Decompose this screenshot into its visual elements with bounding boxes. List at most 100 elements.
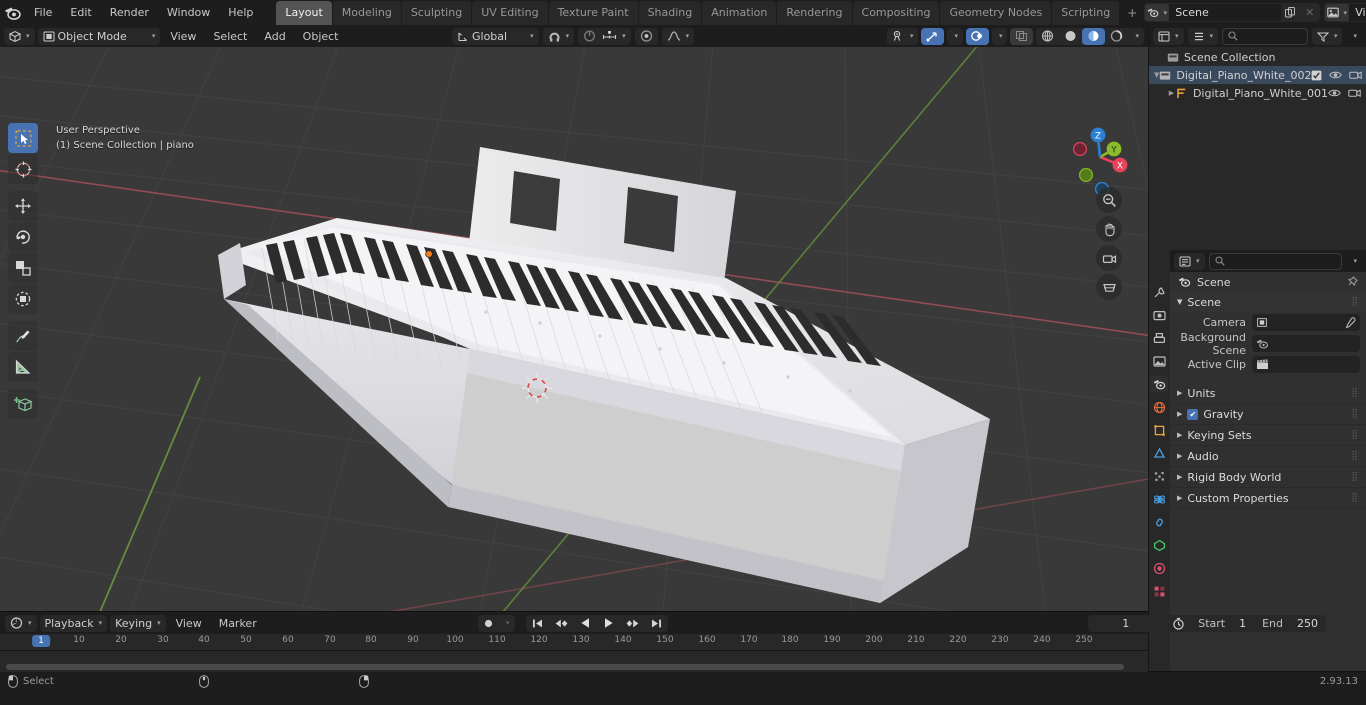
- proportional-editing-toggle[interactable]: [634, 27, 658, 45]
- editor-type-3dview-icon[interactable]: ▾: [4, 27, 35, 45]
- outliner-search-input[interactable]: [1222, 27, 1308, 45]
- background-scene-field[interactable]: [1252, 335, 1360, 352]
- view-layer-selector[interactable]: ▾ View Layer ✕: [1324, 3, 1366, 22]
- filter-icon[interactable]: ▾: [1311, 27, 1343, 45]
- workspace-tab-geometry-nodes[interactable]: Geometry Nodes: [940, 0, 1052, 25]
- texture-tab[interactable]: [1151, 583, 1168, 599]
- start-frame-field[interactable]: Start 1: [1190, 615, 1254, 632]
- workspace-tab-uv-editing[interactable]: UV Editing: [472, 0, 548, 25]
- active-clip-field[interactable]: [1252, 356, 1360, 373]
- panel-units[interactable]: ▶ Units ⣿: [1170, 383, 1366, 404]
- transform-orientation-selector[interactable]: Global ▾: [452, 27, 539, 45]
- workspace-tab-sculpting[interactable]: Sculpting: [401, 0, 472, 25]
- record-icon[interactable]: [478, 615, 499, 632]
- timeline-icon[interactable]: ▾: [5, 614, 37, 632]
- outliner-row-digital-piano-002[interactable]: ▼ Digital_Piano_White_002: [1149, 66, 1366, 84]
- play-icon[interactable]: [597, 615, 620, 632]
- render-tab[interactable]: [1151, 307, 1168, 323]
- solid-shading-button[interactable]: [1059, 28, 1082, 45]
- viewport-menu-select[interactable]: Select: [206, 28, 254, 45]
- tool-tab[interactable]: [1151, 284, 1168, 300]
- timeline-menu-view[interactable]: View: [169, 615, 209, 632]
- gizmo-toggle[interactable]: [921, 27, 945, 45]
- properties-search-input[interactable]: [1208, 252, 1343, 270]
- tool-transform[interactable]: [8, 284, 38, 314]
- wireframe-shading-button[interactable]: [1036, 28, 1059, 45]
- viewport-menu-add[interactable]: Add: [257, 28, 292, 45]
- workspace-tab-scripting[interactable]: Scripting: [1052, 0, 1120, 25]
- jump-start-icon[interactable]: [526, 615, 549, 632]
- next-keyframe-icon[interactable]: [620, 615, 645, 632]
- prev-keyframe-icon[interactable]: [549, 615, 574, 632]
- constraints-tab[interactable]: [1151, 514, 1168, 530]
- jump-end-icon[interactable]: [645, 615, 668, 632]
- pan-hand-icon[interactable]: [1096, 216, 1122, 242]
- scene-icon[interactable]: ▾: [1145, 4, 1170, 21]
- workspace-tab-shading[interactable]: Shading: [638, 0, 702, 25]
- eyedropper-icon[interactable]: [1344, 316, 1356, 329]
- output-tab[interactable]: [1151, 330, 1168, 346]
- eye-icon[interactable]: [1328, 88, 1341, 98]
- navigation-gizmo[interactable]: X Y Z: [1062, 119, 1138, 195]
- eye-icon[interactable]: [1329, 70, 1343, 80]
- snap-toggle[interactable]: ▾: [542, 27, 575, 45]
- workspace-tab-animation[interactable]: Animation: [702, 0, 777, 25]
- tool-measure[interactable]: [8, 352, 38, 382]
- panel-gravity[interactable]: ▶ ✔ Gravity ⣿: [1170, 404, 1366, 425]
- play-reverse-icon[interactable]: [574, 615, 597, 632]
- stopwatch-icon[interactable]: [1167, 615, 1190, 632]
- rendered-shading-button[interactable]: [1105, 28, 1128, 45]
- material-tab[interactable]: [1151, 560, 1168, 576]
- overlays-dropdown[interactable]: ▾: [991, 27, 1008, 45]
- playback-menu[interactable]: Playback ▾: [39, 614, 108, 632]
- tool-rotate[interactable]: [8, 222, 38, 252]
- view-layer-icon[interactable]: ▾: [1325, 4, 1350, 21]
- outliner-scene-collection-row[interactable]: Scene Collection: [1149, 48, 1366, 66]
- falloff-smooth-selector[interactable]: ▾: [661, 27, 695, 45]
- pin-icon[interactable]: [1346, 276, 1358, 288]
- camera-icon[interactable]: [1349, 70, 1363, 80]
- scene-panel-header[interactable]: ▼ Scene ⣿: [1170, 292, 1366, 312]
- material-preview-shading-button[interactable]: [1082, 27, 1106, 45]
- menu-window[interactable]: Window: [158, 3, 219, 22]
- panel-keying-sets[interactable]: ▶ Keying Sets ⣿: [1170, 425, 1366, 446]
- menu-edit[interactable]: Edit: [61, 3, 100, 22]
- tool-move[interactable]: [8, 191, 38, 221]
- workspace-tab-rendering[interactable]: Rendering: [777, 0, 852, 25]
- properties-editor-icon[interactable]: ▾: [1174, 252, 1205, 270]
- camera-icon[interactable]: [1096, 245, 1122, 271]
- object-tab[interactable]: [1151, 422, 1168, 438]
- modifier-tab[interactable]: [1151, 445, 1168, 461]
- camera-icon[interactable]: [1348, 88, 1361, 98]
- blender-logo-icon[interactable]: [4, 3, 21, 23]
- auto-keying-dropdown[interactable]: ▾: [499, 615, 515, 632]
- zoom-icon[interactable]: [1096, 187, 1122, 213]
- panel-custom-properties[interactable]: ▶ Custom Properties ⣿: [1170, 488, 1366, 509]
- workspace-tab-compositing[interactable]: Compositing: [852, 0, 940, 25]
- view-layer-tab[interactable]: [1151, 353, 1168, 369]
- properties-options-dropdown[interactable]: ▾: [1346, 253, 1362, 270]
- viewport-menu-view[interactable]: View: [163, 28, 203, 45]
- overlays-toggle[interactable]: [965, 27, 989, 45]
- gravity-checkbox[interactable]: ✔: [1187, 408, 1199, 420]
- outliner-display-mode[interactable]: ▾: [1187, 27, 1219, 45]
- camera-field[interactable]: [1252, 314, 1360, 331]
- gizmo-dropdown[interactable]: ▾: [947, 27, 963, 45]
- scene-name-field[interactable]: Scene: [1169, 4, 1282, 21]
- xray-toggle[interactable]: [1010, 27, 1034, 45]
- playhead[interactable]: 1: [32, 635, 50, 647]
- world-tab[interactable]: [1151, 399, 1168, 415]
- tool-scale[interactable]: [8, 253, 38, 283]
- timeline-ruler[interactable]: 1 10 20 30 40 50 60 70 80 90 100 110 120…: [0, 634, 1148, 651]
- panel-audio[interactable]: ▶ Audio ⣿: [1170, 446, 1366, 467]
- snap-target-selector[interactable]: ▾: [578, 27, 631, 45]
- workspace-tab-layout[interactable]: Layout: [276, 0, 332, 25]
- scene-tab[interactable]: [1151, 376, 1168, 392]
- timeline-menu-marker[interactable]: Marker: [212, 615, 264, 632]
- timeline-scrollbar[interactable]: [6, 664, 1124, 670]
- viewport-menu-object[interactable]: Object: [296, 28, 346, 45]
- menu-help[interactable]: Help: [219, 3, 262, 22]
- timeline-body[interactable]: [0, 651, 1148, 672]
- tool-annotate[interactable]: [8, 321, 38, 351]
- menu-file[interactable]: File: [25, 3, 61, 22]
